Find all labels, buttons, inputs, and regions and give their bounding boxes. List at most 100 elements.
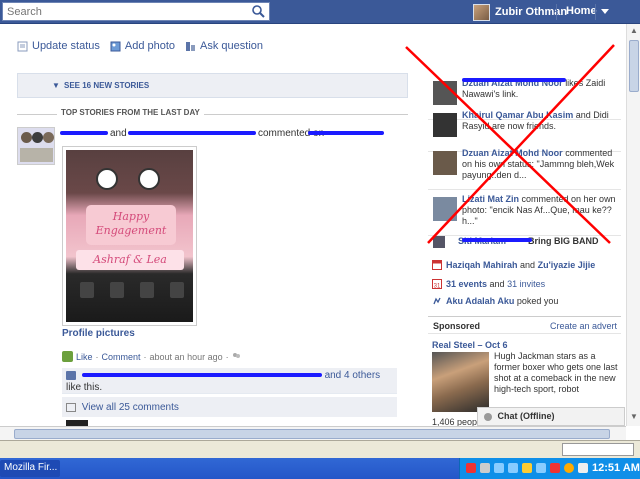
ticker-item[interactable]: Lizati Mat Zin commented on her own phot…: [428, 190, 621, 236]
birthday-name[interactable]: Haziqah Mahirah: [446, 260, 518, 270]
ticker-name: Lizati Mat Zin: [462, 194, 519, 204]
avatar-face: [43, 132, 54, 143]
ticker-name: Dzuan Aizat Mohd Noor: [462, 148, 563, 158]
album-link[interactable]: Profile pictures: [62, 328, 135, 339]
status-field: [562, 443, 634, 456]
top-stories-header: TOP STORIES FROM THE LAST DAY: [17, 108, 408, 120]
taskbar-button-firefox[interactable]: Mozilla Fir...: [0, 460, 60, 477]
redacted-name: [60, 131, 108, 135]
svg-text:31: 31: [434, 284, 441, 290]
sponsored-header: Sponsored Create an advert: [428, 316, 621, 334]
tray-icon[interactable]: [550, 463, 560, 473]
like-this-text: like this.: [66, 382, 103, 393]
post-author-avatar[interactable]: [17, 127, 55, 165]
comment-link[interactable]: Comment: [102, 352, 141, 362]
chat-label: Chat (Offline): [497, 411, 555, 421]
composer-bar: Update status Add photo Ask question: [17, 40, 263, 52]
volume-icon[interactable]: [578, 463, 588, 473]
vertical-scrollbar[interactable]: ▲ ▼: [626, 24, 640, 426]
poke-name[interactable]: Aku Adalah Aku: [446, 296, 514, 306]
invites-link[interactable]: 31 invites: [507, 279, 545, 289]
avatar: [473, 3, 490, 21]
calendar-icon: [432, 260, 442, 270]
avatar: [433, 151, 457, 175]
thumbs-up-icon: [66, 370, 76, 380]
tray-icon[interactable]: [466, 463, 476, 473]
divider: [556, 4, 557, 20]
post-timestamp[interactable]: about an hour ago: [150, 352, 223, 362]
separator: ·: [95, 351, 99, 362]
chat-bar[interactable]: Chat (Offline): [477, 407, 625, 426]
and-text: and: [520, 260, 536, 270]
account-menu-chevron-down-icon[interactable]: [601, 9, 609, 14]
view-comments-link[interactable]: View all 25 comments: [82, 402, 179, 413]
poke-text: poked you: [516, 296, 559, 306]
search-box[interactable]: [2, 2, 270, 21]
post-photo[interactable]: Happy Engagement Ashraf & Lea: [62, 146, 197, 326]
tray-icon[interactable]: [522, 463, 532, 473]
ticker-text: Bring BIG BAND: [528, 236, 599, 246]
ad-title[interactable]: Real Steel – Oct 6: [432, 340, 508, 350]
home-link[interactable]: Home: [566, 5, 597, 17]
network-icon[interactable]: [508, 463, 518, 473]
create-advert-link[interactable]: Create an advert: [550, 321, 617, 331]
poke-icon: [433, 297, 441, 305]
see-new-stories-button[interactable]: ▼ SEE 16 NEW STORIES: [17, 73, 408, 98]
redacted-name: [462, 238, 532, 242]
birthday-name[interactable]: Zu'iyazie Jijie: [538, 260, 596, 270]
scroll-down-icon[interactable]: ▼: [628, 412, 640, 424]
events-reminder[interactable]: 31 31 events and 31 invites: [432, 279, 545, 289]
events-calendar-icon: 31: [432, 279, 442, 289]
likes-summary: and 4 others like this.: [62, 368, 397, 394]
chevron-down-icon: ▼: [52, 81, 60, 90]
question-icon: [186, 41, 196, 51]
cake-figure: [96, 168, 118, 190]
search-icon[interactable]: [251, 4, 267, 19]
tray-icon[interactable]: [564, 463, 574, 473]
avatar: [433, 113, 457, 137]
clock[interactable]: 12:51 AM: [592, 462, 640, 474]
post-text-and: and: [110, 128, 127, 139]
tray-icon[interactable]: [536, 463, 546, 473]
scroll-up-icon[interactable]: ▲: [628, 26, 640, 38]
ad-text: Hugh Jackman stars as a former boxer who…: [494, 351, 618, 394]
search-input[interactable]: [3, 3, 243, 20]
comment-icon: [66, 402, 76, 412]
add-photo-button[interactable]: Add photo: [110, 40, 175, 52]
network-icon[interactable]: [494, 463, 504, 473]
top-nav-bar: Zubir Othman Home: [0, 0, 640, 24]
ask-question-button[interactable]: Ask question: [185, 40, 263, 52]
others-like-link[interactable]: and 4 others: [325, 370, 381, 381]
ticker-item[interactable]: Dzuan Aizat Mohd Noor commented on his o…: [428, 144, 621, 190]
redacted-name: [308, 131, 384, 135]
scrollbar-thumb[interactable]: [629, 40, 639, 92]
cupcake: [140, 282, 154, 298]
avatar-face: [21, 132, 32, 143]
profile-link[interactable]: Zubir Othman: [473, 2, 567, 22]
engagement-cake-image: Happy Engagement Ashraf & Lea: [66, 150, 193, 322]
view-comments-row[interactable]: View all 25 comments: [62, 397, 397, 417]
avatar-face: [32, 132, 43, 143]
ad-image[interactable]: [432, 352, 489, 412]
horizontal-scrollbar[interactable]: [0, 426, 626, 440]
photo-icon: [110, 41, 121, 51]
separator: ·: [143, 351, 147, 362]
post-actions: Like · Comment · about an hour ago ·: [62, 351, 241, 362]
tray-icon[interactable]: [480, 463, 490, 473]
birthday-reminder[interactable]: Haziqah Mahirah and Zu'iyazie Jijie: [432, 260, 595, 270]
cupcake: [170, 282, 184, 298]
friends-icon: [232, 353, 240, 358]
avatar: [433, 236, 445, 248]
redacted-name: [128, 131, 256, 135]
cake-figure: [138, 168, 160, 190]
pencil-icon: [17, 41, 28, 51]
scrollbar-thumb[interactable]: [14, 429, 610, 439]
poke-notification[interactable]: Aku Adalah Aku poked you: [432, 296, 558, 306]
update-status-button[interactable]: Update status: [17, 40, 100, 52]
events-link[interactable]: 31 events: [446, 279, 487, 289]
cake-topper: Happy Engagement: [86, 205, 176, 245]
ticker-name: Khairul Qamar Abu Kasim: [462, 110, 574, 120]
sponsored-label: Sponsored: [433, 321, 481, 331]
browser-status-bar: [0, 440, 640, 458]
like-link[interactable]: Like: [76, 352, 93, 362]
